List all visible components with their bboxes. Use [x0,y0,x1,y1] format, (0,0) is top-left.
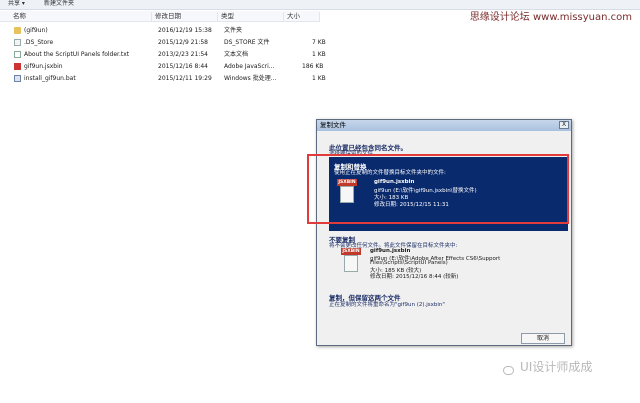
option-description: 正在复制的文件将重命名为"gif9un (2).jsxbin" [329,302,445,308]
file-page-icon [344,255,358,272]
file-size: 186 KB [302,63,324,70]
file-date: 修改日期: 2015/12/16 8:44 (较新) [370,274,459,280]
jsxbin-file-icon [14,63,21,70]
brand-watermark: UI设计师成成 [520,360,593,374]
cancel-button[interactable]: 取消 [521,333,565,344]
file-icon [14,39,21,46]
dialog-title: 复制文件 [317,120,571,131]
site-watermark: 思缘设计论坛 www.missyuan.com [469,12,632,23]
new-folder-button[interactable]: 新建文件夹 [44,0,74,7]
file-type: Windows 批处理... [224,75,277,82]
folder-icon [14,27,21,34]
file-type: DS_STORE 文件 [224,39,270,46]
file-modified: 2013/2/23 21:54 [158,51,208,58]
file-row[interactable]: About the ScriptUI Panels folder.txt 201… [10,49,326,60]
file-row[interactable]: gif9un.jsxbin 2015/12/16 8:44 Adobe Java… [10,61,323,72]
file-modified: 2016/12/19 15:38 [158,27,212,34]
file-size: 1 KB [312,75,326,82]
wechat-icon [503,366,514,375]
column-header-row: 名称 修改日期 类型 大小 [0,11,320,22]
file-name: gif9un.jsxbin [24,63,63,70]
file-modified: 2015/12/9 21:58 [158,39,208,46]
file-modified: 2015/12/16 8:44 [158,63,208,70]
file-name: About the ScriptUI Panels folder.txt [24,51,130,58]
file-row[interactable]: (gif9un) 2016/12/19 15:38 文件夹 [10,25,310,36]
jsxbin-badge: JSXBIN [341,248,361,255]
file-type: 文件夹 [224,27,243,34]
jsxbin-file-icon: JSXBIN [341,248,361,272]
file-name: .DS_Store [24,39,54,46]
column-size-header[interactable]: 大小 [284,12,320,22]
highlight-annotation-box [307,154,569,224]
file-size: 7 KB [312,39,326,46]
file-name: install_gif9un.bat [24,75,76,82]
batch-file-icon [14,75,21,82]
file-type: 文本文档 [224,51,249,58]
column-modified-header[interactable]: 修改日期 [152,12,218,22]
file-type: Adobe JavaScri... [224,63,275,70]
file-size: 1 KB [312,51,326,58]
file-modified: 2015/12/11 19:29 [158,75,212,82]
close-button[interactable]: X [559,121,569,129]
file-row[interactable]: install_gif9un.bat 2015/12/11 19:29 Wind… [10,73,326,84]
column-type-header[interactable]: 类型 [218,12,284,22]
file-row[interactable]: .DS_Store 2015/12/9 21:58 DS_STORE 文件 7 … [10,37,326,48]
column-name-header[interactable]: 名称 [10,12,152,22]
file-name: (gif9un) [24,27,48,34]
text-file-icon [14,51,21,58]
share-menu[interactable]: 共享 ▾ [8,0,25,7]
